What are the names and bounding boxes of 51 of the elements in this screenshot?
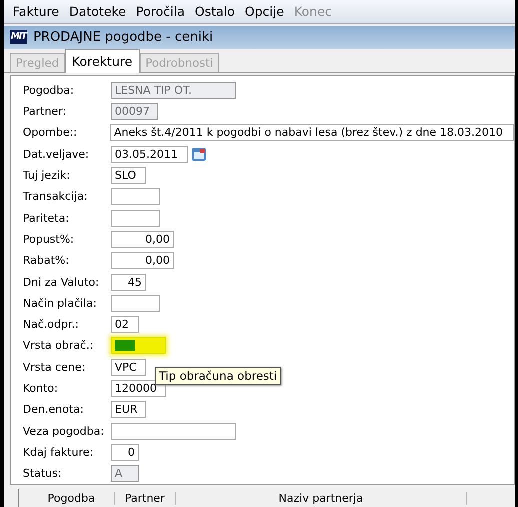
input-field[interactable]: EUR xyxy=(111,401,146,418)
input-field[interactable]: 120000 xyxy=(111,380,166,398)
input-field[interactable]: 03.05.2011 xyxy=(111,146,188,163)
field-label: Vrsta obrač.: xyxy=(23,339,95,352)
menu-item[interactable]: Datoteke xyxy=(64,4,132,19)
input-field[interactable]: 02 xyxy=(111,316,139,334)
field-label: Rabat%: xyxy=(23,254,70,268)
field-label: Den.enota: xyxy=(23,403,85,416)
input-field[interactable] xyxy=(111,294,160,312)
input-field[interactable] xyxy=(111,188,160,206)
field-label: Nač.odpr.: xyxy=(23,318,80,332)
input-field[interactable]: VPC xyxy=(111,358,146,376)
field-label: Pogodba: xyxy=(23,84,76,97)
menu-item[interactable]: Ostalo xyxy=(190,4,240,19)
color-field[interactable] xyxy=(111,337,166,354)
field-label: Opombe:: xyxy=(23,126,78,140)
input-field[interactable]: Aneks št.4/2011 k pogodbi o nabavi lesa (brez štev.) z dne 18.03.2010 xyxy=(110,124,514,142)
column-header[interactable]: Partner xyxy=(115,492,176,505)
column-header[interactable]: Naziv partnerja xyxy=(176,492,467,505)
field-label: Transakcija: xyxy=(23,190,89,204)
calendar-icon[interactable] xyxy=(191,146,207,162)
input-field[interactable]: LESNA TIP OT. xyxy=(111,82,236,99)
input-field[interactable]: A xyxy=(111,465,139,482)
input-field[interactable] xyxy=(111,210,160,227)
field-label: Pariteta: xyxy=(23,212,70,225)
column-header[interactable]: Pogodba xyxy=(19,492,115,505)
input-field[interactable]: 0,00 xyxy=(111,230,174,248)
window-title: PRODAJNE pogodbe - ceniki xyxy=(33,30,214,45)
input-field[interactable]: 00097 xyxy=(111,103,158,120)
menu-item[interactable]: Opcije xyxy=(240,4,290,19)
tab[interactable]: Korekture xyxy=(65,48,140,73)
field-label: Dni za Valuto: xyxy=(23,276,100,289)
input-field[interactable]: 45 xyxy=(111,274,146,291)
field-label: Tuj jezik: xyxy=(23,169,72,182)
field-label: Veza pogodba: xyxy=(23,424,106,438)
menu-item[interactable]: Fakture xyxy=(8,4,64,19)
input-field[interactable] xyxy=(111,422,236,440)
field-label: Vrsta cene: xyxy=(23,360,87,374)
input-field[interactable]: 0,00 xyxy=(111,252,174,270)
field-label: Konto: xyxy=(23,382,60,396)
field-label: Status: xyxy=(23,467,63,480)
field-label: Partner: xyxy=(23,105,68,118)
field-label: Dat.veljave: xyxy=(23,148,90,161)
menu-item[interactable]: Poročila xyxy=(131,4,190,19)
input-field[interactable]: 0 xyxy=(111,444,139,461)
field-label: Kdaj fakture: xyxy=(23,446,95,459)
field-label: Popust%: xyxy=(23,232,76,246)
app-logo: MIT xyxy=(10,30,28,44)
field-label: Način plačila: xyxy=(23,296,98,310)
input-field[interactable]: SLO xyxy=(111,167,146,184)
tooltip: Tip obračuna obresti xyxy=(155,366,282,385)
